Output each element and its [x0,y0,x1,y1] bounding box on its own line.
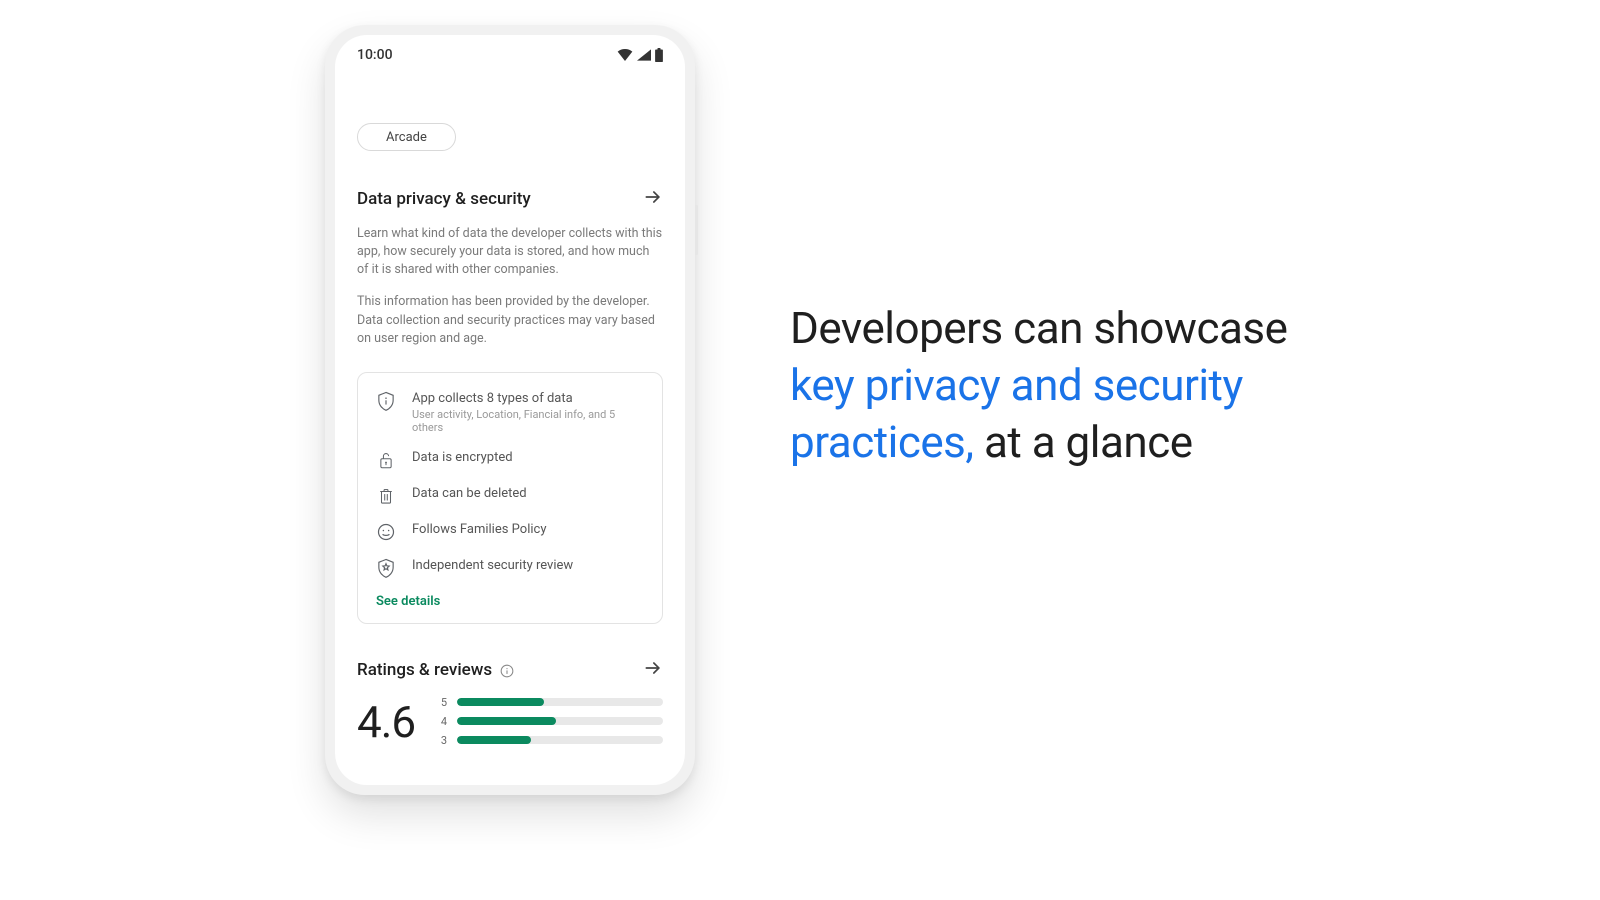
card-row-families: Follows Families Policy [376,522,644,542]
status-time: 10:00 [357,47,393,63]
info-icon [500,663,514,677]
privacy-paragraph-1: Learn what kind of data the developer co… [357,225,663,279]
wifi-icon [617,49,633,61]
ratings-title: Ratings & reviews [357,660,492,680]
rating-bars: 5 4 3 [439,696,663,747]
section-title: Data privacy & security [357,189,531,209]
privacy-card: App collects 8 types of data User activi… [357,372,663,624]
status-bar: 10:00 [335,35,685,75]
privacy-description: Learn what kind of data the developer co… [357,225,663,348]
phone-screen: 10:00 Arcade D [335,35,685,785]
card-item-title: App collects 8 types of data [412,391,644,406]
chip-label: Arcade [386,130,427,145]
ratings-body: 4.6 5 4 3 [357,696,663,748]
rating-bar-fill [457,698,543,706]
card-item-title: Independent security review [412,558,573,573]
rating-score: 4.6 [357,696,415,748]
arrow-right-icon [643,187,663,211]
rating-bar-3: 3 [439,734,663,747]
rating-bar-4: 4 [439,715,663,728]
card-item-title: Data can be deleted [412,486,527,501]
arrow-right-icon [643,658,663,682]
category-chip-arcade[interactable]: Arcade [357,123,456,151]
smile-icon [376,522,396,542]
headline-part-1: Developers can showcase [790,302,1287,354]
battery-icon [655,48,663,62]
see-details-link[interactable]: See details [376,594,440,609]
card-item-title: Follows Families Policy [412,522,546,537]
headline-part-3: at a glance [974,416,1193,468]
card-item-subtitle: User activity, Location, Fiancial info, … [412,408,644,434]
ratings-section-header[interactable]: Ratings & reviews [357,658,663,682]
phone-frame: 10:00 Arcade D [325,25,695,795]
shield-star-icon [376,558,396,578]
card-row-data-types: App collects 8 types of data User activi… [376,391,644,434]
shield-info-icon [376,391,396,411]
card-item-title: Data is encrypted [412,450,513,465]
cellular-icon [637,49,651,61]
card-row-deletable: Data can be deleted [376,486,644,506]
rating-bar-5: 5 [439,696,663,709]
rating-bar-fill [457,736,531,744]
marketing-headline: Developers can showcase key privacy and … [790,300,1350,472]
rating-bar-fill [457,717,556,725]
status-icons [617,48,663,62]
privacy-section-header[interactable]: Data privacy & security [357,187,663,211]
card-row-security-review: Independent security review [376,558,644,578]
phone-side-button [695,205,698,255]
card-row-encrypted: Data is encrypted [376,450,644,470]
lock-icon [376,450,396,470]
privacy-paragraph-2: This information has been provided by th… [357,293,663,347]
trash-icon [376,486,396,506]
